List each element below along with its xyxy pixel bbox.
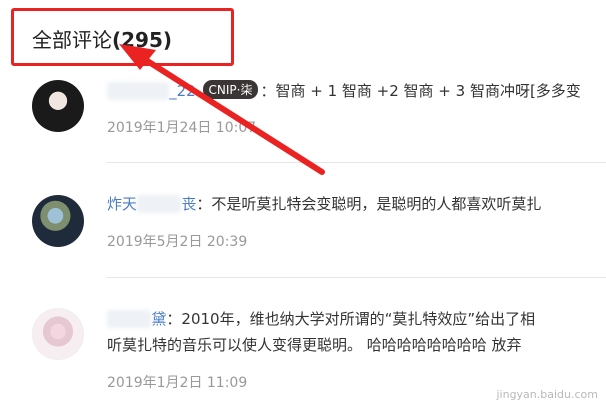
comment-text-line2: 听莫扎特的音乐可以使人变得更聪明。 哈哈哈哈哈哈哈哈 放弃: [107, 336, 522, 354]
avatar[interactable]: [32, 80, 84, 132]
comment-text: ：2010年，维也纳大学对所谓的“莫扎特效应”给出了相: [166, 310, 536, 328]
comment-username[interactable]: xxxxx黛: [107, 310, 166, 328]
comment-text: ：不是听莫扎特会变聪明，是聪明的人都喜欢听莫扎: [196, 195, 542, 213]
watermark: jingyan.baidu.com: [496, 388, 598, 401]
comment-username[interactable]: 炸天xxxxx丧: [107, 195, 196, 213]
comment-username[interactable]: xxxxxxx_22: [107, 82, 196, 100]
vip-badge: CNIP·柒: [202, 80, 259, 99]
avatar[interactable]: [32, 308, 84, 360]
comment-timestamp: 2019年1月2日 11:09: [107, 375, 248, 391]
comment-timestamp: 2019年5月2日 20:39: [107, 234, 248, 250]
comment-line: xxxxx黛：2010年，维也纳大学对所谓的“莫扎特效应”给出了相: [107, 308, 535, 329]
comments-panel: 全部评论(295) xxxxxxx_22 CNIP·柒：智商 + 1 智商 +2…: [0, 0, 606, 407]
comment-divider: [107, 277, 606, 278]
avatar[interactable]: [32, 195, 84, 247]
comment-timestamp: 2019年1月24日 10:07: [107, 120, 257, 136]
comment-line: xxxxxxx_22 CNIP·柒：智商 + 1 智商 +2 智商 + 3 智商…: [107, 80, 581, 101]
comment-text: ：智商 + 1 智商 +2 智商 + 3 智商冲呀[多多变: [260, 82, 581, 100]
comment-line: 炸天xxxxx丧：不是听莫扎特会变聪明，是聪明的人都喜欢听莫扎: [107, 193, 541, 214]
comment-divider: [107, 162, 606, 163]
annotation-highlight-box: [11, 8, 234, 66]
